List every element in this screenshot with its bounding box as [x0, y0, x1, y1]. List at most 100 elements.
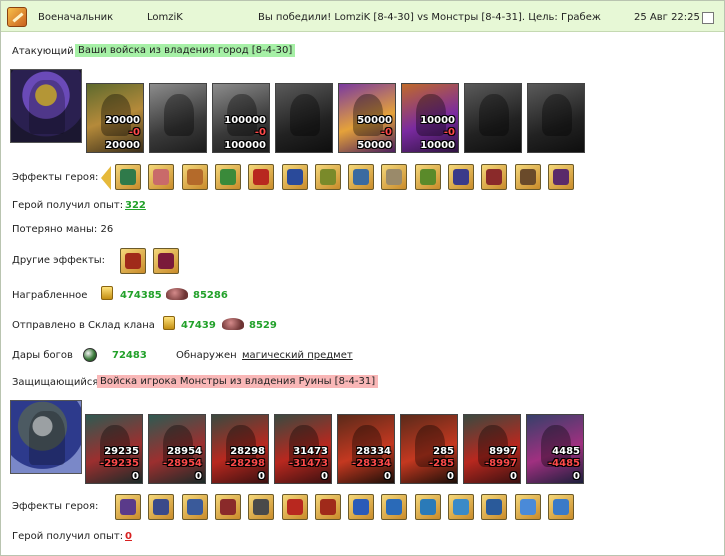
defender-hero-portrait[interactable]	[10, 400, 82, 474]
unit-count: 8997	[489, 446, 517, 457]
claw-beast-unit[interactable]: 28334 -28334 0	[337, 414, 395, 484]
shield-effect-icon-glyph	[120, 169, 136, 185]
unit-count: 31473	[293, 446, 328, 457]
unit-count: 28954	[167, 446, 202, 457]
shield-effect-icon-glyph	[186, 499, 203, 515]
gift-gem-icon	[83, 348, 97, 362]
spider-unit-figure	[542, 94, 572, 136]
gifts-value: 72483	[112, 350, 147, 361]
unit-lost: -28298	[226, 458, 265, 469]
ore-icon	[166, 288, 188, 300]
clan-storage-label: Отправлено в Склад клана	[12, 320, 155, 331]
ogre-unit[interactable]: 20000 -0 20000	[86, 83, 144, 153]
unit-lost: -0	[443, 127, 455, 138]
star-effect-icon[interactable]	[281, 164, 308, 190]
unit-lost: -8997	[485, 458, 517, 469]
helmet-effect-icon[interactable]	[115, 494, 141, 520]
boots-effect-icon[interactable]	[514, 164, 541, 190]
sword-effect-icon[interactable]	[214, 164, 241, 190]
unit-remaining: 10000	[420, 140, 455, 151]
mana-lost-text: Потеряно маны: 26	[12, 224, 114, 235]
dragon-knight-unit[interactable]: 100000 -0 100000	[212, 83, 270, 153]
beast-effect-icon[interactable]	[314, 494, 341, 520]
unit-lost: -31473	[289, 458, 328, 469]
ice-star-effect-icon[interactable]	[514, 494, 541, 520]
spider-unit[interactable]	[527, 83, 585, 153]
orc-chieftain-unit[interactable]: 28298 -28298 0	[211, 414, 269, 484]
defender-xp-label: Герой получил опыт:	[12, 531, 124, 542]
mage-unit[interactable]: 10000 -0 10000	[401, 83, 459, 153]
gargoyle-unit[interactable]	[275, 83, 333, 153]
unit-count: 28334	[356, 446, 391, 457]
gauntlet-effect-icon-glyph	[319, 169, 336, 185]
unit-remaining: 50000	[357, 140, 392, 151]
heart-effect-icon-glyph	[153, 169, 170, 185]
horseshoe-effect-icon[interactable]	[348, 164, 375, 190]
gold-icon	[101, 286, 113, 300]
potion-effect-icon-glyph	[158, 253, 174, 269]
black-knight-unit[interactable]: 28954 -28954 0	[148, 414, 206, 484]
staff-effect-icon[interactable]	[414, 164, 441, 190]
lizard-warrior-unit[interactable]: 29235 -29235 0	[85, 414, 143, 484]
scroll-effect-icon[interactable]	[181, 164, 208, 190]
armor-effect-icon[interactable]	[448, 164, 474, 190]
attacker-hero-effects-label: Эффекты героя:	[12, 172, 99, 183]
pillar-effect-icon[interactable]	[248, 494, 275, 520]
stone-golem-unit[interactable]: 8997 -8997 0	[463, 414, 521, 484]
defender-xp-value[interactable]: 0	[125, 531, 132, 542]
axe-effect-icon[interactable]	[481, 164, 508, 190]
heart-effect-icon[interactable]	[148, 164, 175, 190]
red-demon-unit[interactable]: 31473 -31473 0	[274, 414, 332, 484]
banner-effect-icon[interactable]	[547, 164, 574, 190]
question-effect-icon[interactable]	[547, 494, 574, 520]
effects-scroll-left-icon[interactable]	[101, 166, 111, 190]
shield-effect-icon[interactable]	[115, 164, 141, 190]
flame-effect-icon-glyph	[253, 169, 270, 185]
ice-axe-effect-icon[interactable]	[481, 494, 508, 520]
player-name[interactable]: LomziK	[147, 12, 183, 23]
crossed-blades-unit-figure	[479, 94, 509, 136]
shield-effect-icon[interactable]	[181, 494, 208, 520]
battle-datetime: 25 Авг 22:25	[634, 12, 700, 23]
pillar-effect-icon-glyph	[253, 499, 270, 515]
ore-icon	[222, 318, 244, 330]
bone-effect-icon[interactable]	[381, 164, 408, 190]
attacker-xp-value[interactable]: 322	[125, 200, 146, 211]
blade-demon-unit[interactable]: 4485 -4485 0	[526, 414, 584, 484]
dark-rider-unit[interactable]	[149, 83, 207, 153]
archer-unit[interactable]: 50000 -0 50000	[338, 83, 396, 153]
horned-devil-unit[interactable]: 285 -285 0	[400, 414, 458, 484]
potion-effect-icon[interactable]	[153, 248, 179, 274]
unit-count: 10000	[420, 115, 455, 126]
flame-effect-icon[interactable]	[248, 164, 275, 190]
found-item-link[interactable]: магический предмет	[242, 350, 353, 361]
frost-shield-effect-icon-glyph	[386, 499, 403, 515]
unit-count: 100000	[224, 115, 266, 126]
defender-hero-effects-label: Эффекты героя:	[12, 501, 99, 512]
unit-lost: -285	[428, 458, 454, 469]
gauntlet-effect-icon[interactable]	[314, 164, 341, 190]
arrows-effect-icon[interactable]	[148, 494, 175, 520]
battle-report-icon	[7, 7, 27, 27]
scroll-effect-icon-glyph	[186, 169, 203, 185]
report-header: Военачальник LomziK Вы победили! LomziK …	[1, 1, 724, 32]
unit-count: 4485	[552, 446, 580, 457]
crossed-blades-unit[interactable]	[464, 83, 522, 153]
banner-effect-icon-glyph	[552, 169, 569, 185]
snowflake-effect-icon[interactable]	[348, 494, 375, 520]
ice-axe-effect-icon-glyph	[486, 499, 503, 515]
helmet-effect-icon-glyph	[120, 499, 136, 515]
skull-effect-icon[interactable]	[214, 494, 241, 520]
dagger-effect-icon[interactable]	[120, 248, 146, 274]
attacker-army: Ваши войска из владения город [8-4-30]	[75, 44, 296, 57]
loot-ore-value: 85286	[193, 290, 228, 301]
select-checkbox[interactable]	[702, 12, 714, 24]
hammer-effect-icon[interactable]	[281, 494, 308, 520]
ring-effect-icon[interactable]	[414, 494, 441, 520]
unit-count: 28298	[230, 446, 265, 457]
ice-sword-effect-icon[interactable]	[448, 494, 474, 520]
attacker-hero-portrait[interactable]	[10, 69, 82, 143]
frost-shield-effect-icon[interactable]	[381, 494, 408, 520]
unit-remaining: 0	[510, 471, 517, 482]
unit-remaining: 0	[384, 471, 391, 482]
